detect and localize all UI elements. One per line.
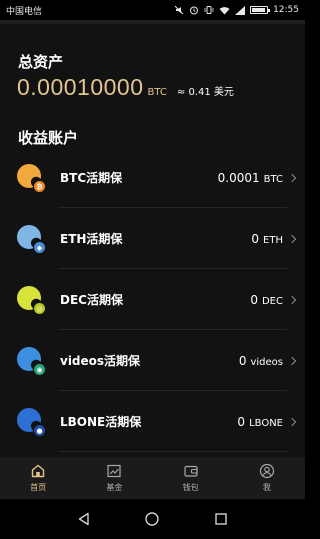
bitcoin-icon: ₿ bbox=[17, 164, 46, 193]
chevron-right-icon bbox=[287, 356, 297, 365]
chevron-right-icon bbox=[287, 234, 297, 243]
system-nav-bar bbox=[0, 499, 305, 539]
chevron-right-icon bbox=[287, 417, 297, 426]
wallet-icon bbox=[184, 465, 198, 477]
dec-icon: ◎ bbox=[17, 286, 46, 315]
tab-home[interactable]: 首页 bbox=[0, 457, 76, 499]
account-unit: ETH bbox=[263, 234, 283, 246]
tab-label: 我 bbox=[262, 483, 271, 492]
account-amount: 0 bbox=[251, 231, 260, 246]
account-amount: 0 bbox=[237, 414, 246, 429]
earnings-accounts-title: 收益账户 bbox=[18, 129, 79, 147]
total-assets-approx: ≈ 0.41 美元 bbox=[176, 87, 234, 98]
wifi-icon bbox=[219, 6, 230, 14]
account-name: videos活期保 bbox=[60, 354, 141, 368]
back-icon[interactable] bbox=[76, 511, 92, 527]
lbone-icon: ● bbox=[17, 408, 46, 437]
alarm-icon bbox=[190, 6, 199, 15]
account-name: ETH活期保 bbox=[60, 232, 123, 246]
account-row-eth[interactable]: ◆ ETH活期保 0 ETH bbox=[0, 208, 305, 269]
battery-icon bbox=[250, 6, 271, 14]
status-bar: 中国电信 夜夜 12:55 bbox=[0, 0, 305, 20]
total-assets-unit: BTC bbox=[147, 87, 167, 98]
account-amount: 0 bbox=[238, 353, 247, 368]
chart-icon bbox=[107, 464, 121, 478]
bottom-tab-bar: 首页 基金 钱包 我 bbox=[0, 457, 305, 499]
clock: 12:55 bbox=[273, 5, 299, 15]
total-assets-row: 0.00010000 BTC ≈ 0.41 美元 bbox=[17, 74, 234, 101]
videos-icon: ◉ bbox=[17, 347, 46, 376]
account-unit: BTC bbox=[263, 173, 283, 185]
profile-icon bbox=[259, 463, 274, 479]
total-assets-title: 总资产 bbox=[18, 53, 64, 71]
tab-fund[interactable]: 基金 bbox=[76, 457, 152, 499]
tab-label: 首页 bbox=[30, 483, 47, 492]
account-list: ₿ BTC活期保 0.0001 BTC ◆ ETH活期保 0 ETH ◎ DEC… bbox=[0, 147, 305, 452]
home-icon bbox=[31, 464, 45, 478]
account-unit: DEC bbox=[261, 295, 283, 307]
home-circle-icon[interactable] bbox=[144, 511, 160, 527]
account-unit: videos bbox=[250, 356, 283, 368]
tab-me[interactable]: 我 bbox=[229, 457, 305, 499]
chevron-right-icon bbox=[287, 173, 297, 182]
tab-label: 钱包 bbox=[182, 483, 199, 492]
tab-label: 基金 bbox=[106, 483, 123, 492]
recent-apps-icon[interactable] bbox=[213, 511, 229, 527]
account-amount: 0.0001 bbox=[217, 170, 260, 185]
total-assets-value: 0.00010000 bbox=[17, 74, 144, 100]
account-name: DEC活期保 bbox=[60, 293, 123, 307]
account-row-videos[interactable]: ◉ videos活期保 0 videos bbox=[0, 330, 305, 391]
vibrate-icon bbox=[204, 6, 214, 14]
account-name: LBONE活期保 bbox=[60, 415, 142, 429]
mute-icon bbox=[174, 5, 184, 15]
main-panel: 总资产 0.00010000 BTC ≈ 0.41 美元 收益账户 ₿ BTC活… bbox=[0, 20, 305, 457]
carrier-label: 中国电信 bbox=[6, 6, 43, 17]
ethereum-icon: ◆ bbox=[17, 225, 46, 254]
account-name: BTC活期保 bbox=[60, 171, 123, 185]
account-unit: LBONE bbox=[249, 417, 283, 429]
account-row-btc[interactable]: ₿ BTC活期保 0.0001 BTC bbox=[0, 147, 305, 208]
account-row-lbone[interactable]: ● LBONE活期保 0 LBONE bbox=[0, 391, 305, 452]
account-row-dec[interactable]: ◎ DEC活期保 0 DEC bbox=[0, 269, 305, 330]
tab-wallet[interactable]: 钱包 bbox=[153, 457, 229, 499]
account-amount: 0 bbox=[250, 292, 258, 307]
chevron-right-icon bbox=[287, 295, 297, 304]
signal-icon bbox=[235, 5, 246, 15]
